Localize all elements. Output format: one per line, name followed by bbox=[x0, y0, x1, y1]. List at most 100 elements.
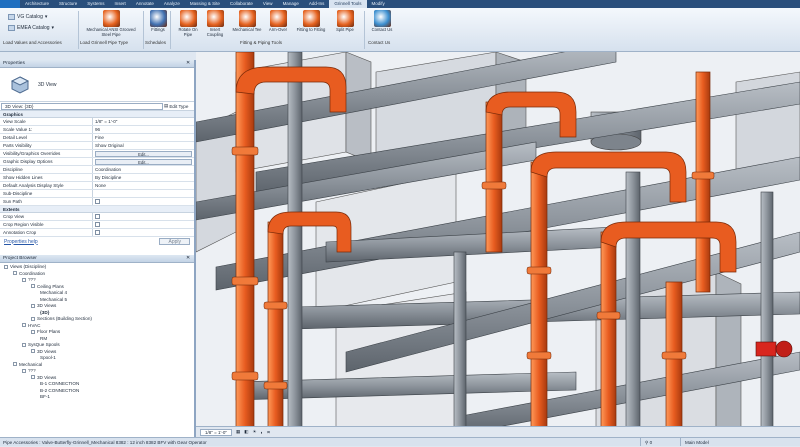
checkbox[interactable] bbox=[95, 214, 100, 219]
tab-annotate[interactable]: Annotate bbox=[131, 0, 159, 8]
tab-insert[interactable]: Insert bbox=[110, 0, 131, 8]
fittings-button[interactable]: Fittings bbox=[148, 10, 168, 33]
property-value[interactable]: Show Original bbox=[93, 142, 194, 149]
chevron-down-icon: ▾ bbox=[51, 24, 55, 31]
tree-toggle-icon[interactable] bbox=[22, 277, 26, 282]
property-value[interactable]: Coordination bbox=[93, 166, 194, 173]
property-value[interactable] bbox=[93, 229, 194, 236]
checkbox[interactable] bbox=[95, 230, 100, 235]
property-value[interactable] bbox=[93, 190, 194, 197]
tree-toggle-icon[interactable] bbox=[31, 284, 35, 289]
arm-over-icon bbox=[269, 10, 287, 27]
property-value[interactable] bbox=[93, 213, 194, 220]
group-label-load-values: Load Values and Accessories bbox=[3, 40, 62, 45]
tree-toggle-icon[interactable] bbox=[31, 375, 35, 380]
edit-button[interactable]: Edit... bbox=[95, 158, 192, 165]
catalog-dropdown-2[interactable]: EMEA Catalog ▾ bbox=[8, 23, 54, 32]
property-value[interactable]: None bbox=[93, 182, 194, 189]
property-name: Crop View bbox=[0, 213, 93, 220]
tree-item-label: 3D Views bbox=[37, 303, 57, 308]
tree-toggle-icon[interactable] bbox=[31, 303, 35, 308]
contact-us-button[interactable]: Contact Us bbox=[368, 10, 396, 33]
split-pipe-button[interactable]: Split Pipe bbox=[330, 10, 360, 33]
checkbox[interactable] bbox=[95, 222, 100, 227]
tab-view[interactable]: View bbox=[258, 0, 278, 8]
tab-collaborate[interactable]: Collaborate bbox=[225, 0, 258, 8]
tree-toggle-icon[interactable] bbox=[22, 323, 26, 328]
property-row: Graphic Display Options Edit... bbox=[0, 158, 194, 166]
crop-view-icon[interactable]: ⌗ bbox=[267, 430, 270, 435]
tree-toggle-icon[interactable] bbox=[31, 349, 35, 354]
catalog-dropdown-1[interactable]: VG Catalog ▾ bbox=[8, 12, 47, 21]
property-value[interactable]: 1/8" = 1'-0" bbox=[93, 118, 194, 125]
project-browser-title-bar: Project Browser ✕ bbox=[0, 255, 194, 263]
visual-style-icon[interactable]: ◧ bbox=[244, 429, 248, 435]
property-name: Parts Visibility bbox=[0, 142, 93, 149]
property-value[interactable] bbox=[93, 221, 194, 228]
fitting-to-fitting-button[interactable]: Fitting to Fitting bbox=[294, 10, 328, 33]
active-model-select[interactable]: Main Model bbox=[680, 438, 800, 446]
tab-modify[interactable]: Modify bbox=[367, 0, 390, 8]
type-selector[interactable]: 3D View bbox=[0, 68, 194, 102]
tree-toggle-icon[interactable] bbox=[31, 316, 35, 321]
close-icon[interactable]: ✕ bbox=[186, 60, 190, 67]
ribbon-button-label: Fittings bbox=[151, 27, 165, 32]
ribbon-button-label: Split Pipe bbox=[336, 27, 354, 32]
property-row: Annotation Crop bbox=[0, 229, 194, 237]
sun-path-icon[interactable]: ☀ bbox=[252, 429, 256, 435]
tab-massing-site[interactable]: Massing & Site bbox=[185, 0, 225, 8]
tree-item-label: Coordination bbox=[19, 270, 46, 276]
property-value[interactable]: Fine bbox=[93, 134, 194, 141]
property-value[interactable]: Edit... bbox=[93, 150, 194, 157]
detail-level-icon[interactable]: ▦ bbox=[236, 429, 240, 435]
tree-toggle-icon[interactable] bbox=[31, 329, 35, 334]
property-row: Scale Value 1: 96 bbox=[0, 126, 194, 134]
arm-over-button[interactable]: Arm-Over bbox=[266, 10, 290, 33]
tree-toggle-icon[interactable] bbox=[13, 362, 17, 367]
insert-coupling-button[interactable]: Insert Coupling bbox=[201, 10, 229, 37]
properties-panel: Properties ✕ 3D View 3D View: {3D} ▤ Edit… bbox=[0, 60, 196, 255]
checkbox[interactable] bbox=[95, 199, 100, 204]
edit-button[interactable]: Edit... bbox=[95, 150, 192, 157]
view-scale-selector[interactable]: 1/8" = 1'-0" bbox=[200, 428, 232, 436]
tab-grinnell-tools[interactable]: Grinnell Tools bbox=[329, 0, 367, 8]
view-instance-select[interactable]: 3D View: {3D} bbox=[1, 102, 163, 110]
tab-add-ins[interactable]: Add-Ins bbox=[304, 0, 330, 8]
3d-viewport[interactable] bbox=[196, 52, 800, 437]
tab-architecture[interactable]: Architecture bbox=[20, 0, 54, 8]
tree-toggle-icon[interactable] bbox=[22, 342, 26, 347]
shadows-icon[interactable]: ◐ bbox=[261, 430, 264, 435]
mechanical-tee-button[interactable]: Mechanical Tee bbox=[230, 10, 264, 33]
tree-item-label: ??? bbox=[28, 277, 36, 282]
property-value[interactable]: Edit... bbox=[93, 158, 194, 165]
properties-help-link[interactable]: Properties help bbox=[4, 239, 38, 245]
tree-item-label: 3D Views bbox=[37, 374, 57, 380]
project-browser-panel: Project Browser ✕ Views (Discipline) Coor… bbox=[0, 255, 196, 437]
browser-tree-item[interactable]: BF-1 bbox=[0, 394, 194, 401]
filter-icon[interactable]: ⚲ 0 bbox=[640, 438, 680, 446]
property-row: Crop Region Visible bbox=[0, 221, 194, 229]
apply-button[interactable]: Apply bbox=[159, 238, 190, 245]
property-row: Default Analysis Display Style None bbox=[0, 182, 194, 190]
tree-toggle-icon[interactable] bbox=[13, 271, 17, 276]
mechanical-ansi-button[interactable]: Mechanical ANSI Grooved Steel Pipe bbox=[82, 10, 140, 37]
ribbon-button-label: Mechanical Tee bbox=[232, 27, 262, 32]
catalog-icon bbox=[8, 13, 15, 20]
tab-analyze[interactable]: Analyze bbox=[159, 0, 185, 8]
property-value[interactable] bbox=[93, 198, 194, 205]
close-icon[interactable]: ✕ bbox=[186, 255, 190, 262]
property-value[interactable]: By Discipline bbox=[93, 174, 194, 181]
tree-item-label: ??? bbox=[28, 368, 36, 373]
tree-toggle-icon[interactable] bbox=[22, 368, 26, 373]
tab-manage[interactable]: Manage bbox=[278, 0, 304, 8]
rotate-on-pipe-button[interactable]: Rotate On Pipe bbox=[176, 10, 200, 37]
view-control-bar: 1/8" = 1'-0" ▦ ◧ ☀ ◐ ⌗ bbox=[196, 426, 800, 437]
tab-structure[interactable]: Structure bbox=[54, 0, 82, 8]
property-value[interactable]: 96 bbox=[93, 126, 194, 133]
graphics-section-header[interactable]: Graphics bbox=[0, 111, 194, 118]
application-menu-button[interactable] bbox=[0, 0, 20, 8]
edit-type-button[interactable]: ▤ Edit Type bbox=[164, 103, 194, 109]
tree-toggle-icon[interactable] bbox=[4, 264, 8, 269]
extents-section-header[interactable]: Extents bbox=[0, 206, 194, 213]
tab-systems[interactable]: Systems bbox=[82, 0, 109, 8]
